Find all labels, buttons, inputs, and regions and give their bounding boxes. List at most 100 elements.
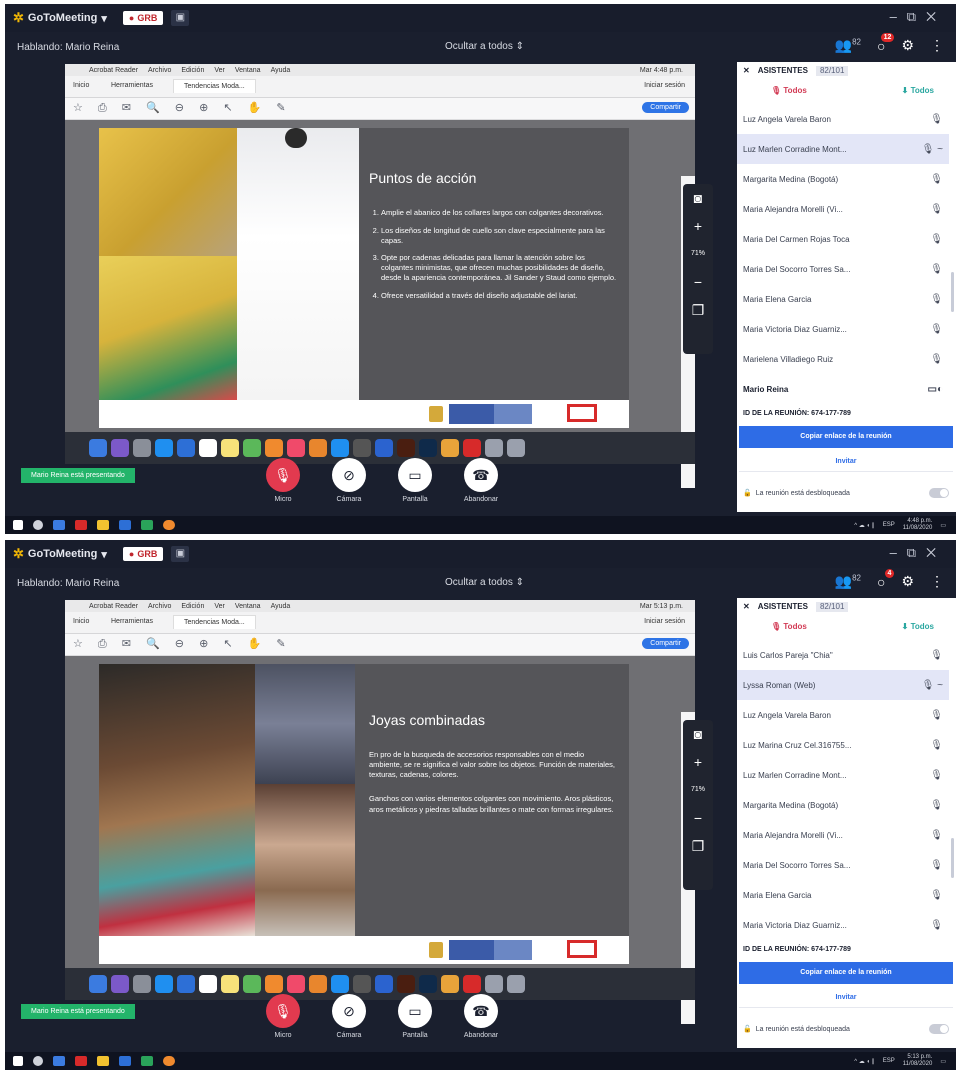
app-menu[interactable]: ✲ GoToMeeting ▾ (13, 10, 107, 26)
close-icon[interactable]: ✕ (743, 602, 750, 612)
mic-muted-icon[interactable]: 🎙 (930, 860, 943, 871)
hide-all-button[interactable]: Ocultar a todos (445, 41, 524, 52)
zoom-out-icon[interactable]: − (683, 804, 713, 832)
screen-button[interactable]: ▭ Pantalla (395, 458, 435, 503)
attendee-row[interactable]: Luz Angela Varela Baron 🎙 (737, 700, 949, 730)
invite-button[interactable]: Invitar (739, 988, 953, 1008)
attendee-row[interactable]: Maria Del Carmen Rojas Toca 🎙 (737, 224, 949, 254)
zoom-in-icon[interactable]: + (683, 748, 713, 776)
screen-icon[interactable]: ▣ (171, 546, 190, 562)
window-controls[interactable]: –⧉✕ (890, 9, 946, 25)
screen-icon[interactable]: ▣ (171, 10, 190, 26)
mic-muted-icon[interactable]: 🎙 (930, 204, 943, 215)
chat-button[interactable]: ○ 4 (877, 568, 895, 590)
mic-muted-icon[interactable]: 🎙 (930, 114, 943, 125)
file-explorer-icon[interactable] (97, 1056, 109, 1066)
leave-button[interactable]: ☎ Abandonar (461, 458, 501, 503)
fit-screen-icon[interactable]: ❐ (683, 296, 713, 324)
attendee-row[interactable]: Maria Elena Garcia 🎙 (737, 880, 949, 910)
lock-toggle[interactable] (929, 488, 949, 498)
camera-button[interactable]: ⊘ Cámara (329, 458, 369, 503)
mic-muted-icon[interactable]: 🎙 (930, 800, 943, 811)
notification-icon[interactable]: ▭ (940, 1058, 946, 1065)
attendee-row[interactable]: Maria Alejandra Morelli (Vi... 🎙 (737, 820, 949, 850)
gear-icon[interactable]: ⚙ (901, 37, 914, 54)
attendee-row[interactable]: Maria Alejandra Morelli (Vi... 🎙 (737, 194, 949, 224)
lock-toggle[interactable] (929, 1024, 949, 1034)
attendee-row[interactable]: Lyssa Roman (Web) 🎙 ~ (737, 670, 949, 700)
attendee-row[interactable]: Maria Victoria Diaz Guarniz... 🎙 (737, 910, 949, 940)
attendees-toggle[interactable]: 👥82 (835, 573, 861, 590)
mic-muted-icon[interactable]: 🎙 (930, 234, 943, 245)
mic-muted-icon[interactable]: 🎙 ~ (922, 144, 943, 155)
taskbar-app-icon[interactable] (53, 1056, 65, 1066)
record-button[interactable]: GRB (122, 547, 164, 561)
mic-muted-icon[interactable]: 🎙 (930, 920, 943, 931)
taskbar-app-icon[interactable] (119, 1056, 131, 1066)
search-icon[interactable] (33, 1056, 43, 1066)
attendee-row[interactable]: Marielena Villadiego Ruiz 🎙 (737, 344, 949, 374)
attendee-scrollbar[interactable] (951, 272, 954, 312)
camera-button[interactable]: ⊘ Cámara (329, 994, 369, 1039)
mic-muted-icon[interactable]: 🎙 (930, 740, 943, 751)
taskbar-app-icon[interactable] (75, 1056, 87, 1066)
windows-start-icon[interactable] (13, 520, 23, 530)
attendee-row[interactable]: Luz Marina Cruz Cel.316755... 🎙 (737, 730, 949, 760)
attendee-row[interactable]: Luz Marlen Corradine Mont... 🎙 ~ (737, 134, 949, 164)
attendee-row[interactable]: Luz Marlen Corradine Mont... 🎙 (737, 760, 949, 790)
window-controls[interactable]: –⧉✕ (890, 545, 946, 561)
taskbar-app-icon[interactable] (75, 520, 87, 530)
gear-icon[interactable]: ⚙ (901, 573, 914, 590)
mic-muted-icon[interactable]: 🎙 (930, 830, 943, 841)
mic-button[interactable]: 🎙 Micro (263, 994, 303, 1039)
chat-button[interactable]: ○ 12 (877, 32, 895, 54)
camera-icon[interactable]: ◙ (683, 184, 713, 212)
windows-start-icon[interactable] (13, 1056, 23, 1066)
more-options-icon[interactable]: ⋮ (930, 573, 944, 590)
mic-muted-icon[interactable]: 🎙 (930, 174, 943, 185)
mic-muted-icon[interactable]: 🎙 (930, 710, 943, 721)
copy-link-button[interactable]: Copiar enlace de la reunión (739, 962, 953, 984)
taskbar-app-icon[interactable] (141, 520, 153, 530)
attendee-scrollbar[interactable] (951, 838, 954, 878)
gotomeeting-taskbar-icon[interactable] (163, 520, 175, 530)
more-options-icon[interactable]: ⋮ (930, 37, 944, 54)
mic-muted-icon[interactable]: 🎙 (930, 264, 943, 275)
attendee-row[interactable]: Maria Victoria Diaz Guarniz... 🎙 (737, 314, 949, 344)
filter-audio-all[interactable]: ⬇ Todos (902, 622, 934, 631)
attendee-row[interactable]: Luz Angela Varela Baron 🎙 (737, 104, 949, 134)
leave-button[interactable]: ☎ Abandonar (461, 994, 501, 1039)
copy-link-button[interactable]: Copiar enlace de la reunión (739, 426, 953, 448)
app-menu[interactable]: ✲ GoToMeeting ▾ (13, 546, 107, 562)
close-icon[interactable]: ✕ (743, 66, 750, 76)
record-button[interactable]: GRB (122, 11, 164, 25)
filter-audio-all[interactable]: ⬇ Todos (902, 86, 934, 95)
screen-button[interactable]: ▭ Pantalla (395, 994, 435, 1039)
notification-icon[interactable]: ▭ (940, 522, 946, 529)
taskbar-app-icon[interactable] (53, 520, 65, 530)
taskbar-app-icon[interactable] (141, 1056, 153, 1066)
search-icon[interactable] (33, 520, 43, 530)
attendee-row-presenter[interactable]: Mario Reina ▭◐ (737, 374, 949, 404)
mic-muted-icon[interactable]: 🎙 (930, 324, 943, 335)
filter-mic-all[interactable]: 🎙 Todos (771, 86, 807, 95)
mic-muted-icon[interactable]: 🎙 (930, 770, 943, 781)
taskbar-app-icon[interactable] (119, 520, 131, 530)
mic-muted-icon[interactable]: 🎙 (930, 890, 943, 901)
filter-mic-all[interactable]: 🎙 Todos (771, 622, 807, 631)
mic-muted-icon[interactable]: 🎙 ~ (922, 680, 943, 691)
attendee-row[interactable]: Luis Carlos Pareja "Chia" 🎙 (737, 640, 949, 670)
attendee-row[interactable]: Margarita Medina (Bogotá) 🎙 (737, 790, 949, 820)
attendee-row[interactable]: Maria Elena Garcia 🎙 (737, 284, 949, 314)
zoom-in-icon[interactable]: + (683, 212, 713, 240)
mic-muted-icon[interactable]: 🎙 (930, 650, 943, 661)
fit-screen-icon[interactable]: ❐ (683, 832, 713, 860)
mic-muted-icon[interactable]: 🎙 (930, 354, 943, 365)
attendee-row[interactable]: Margarita Medina (Bogotá) 🎙 (737, 164, 949, 194)
gotomeeting-taskbar-icon[interactable] (163, 1056, 175, 1066)
zoom-out-icon[interactable]: − (683, 268, 713, 296)
file-explorer-icon[interactable] (97, 520, 109, 530)
hide-all-button[interactable]: Ocultar a todos (445, 577, 524, 588)
invite-button[interactable]: Invitar (739, 452, 953, 472)
mic-muted-icon[interactable]: 🎙 (930, 294, 943, 305)
